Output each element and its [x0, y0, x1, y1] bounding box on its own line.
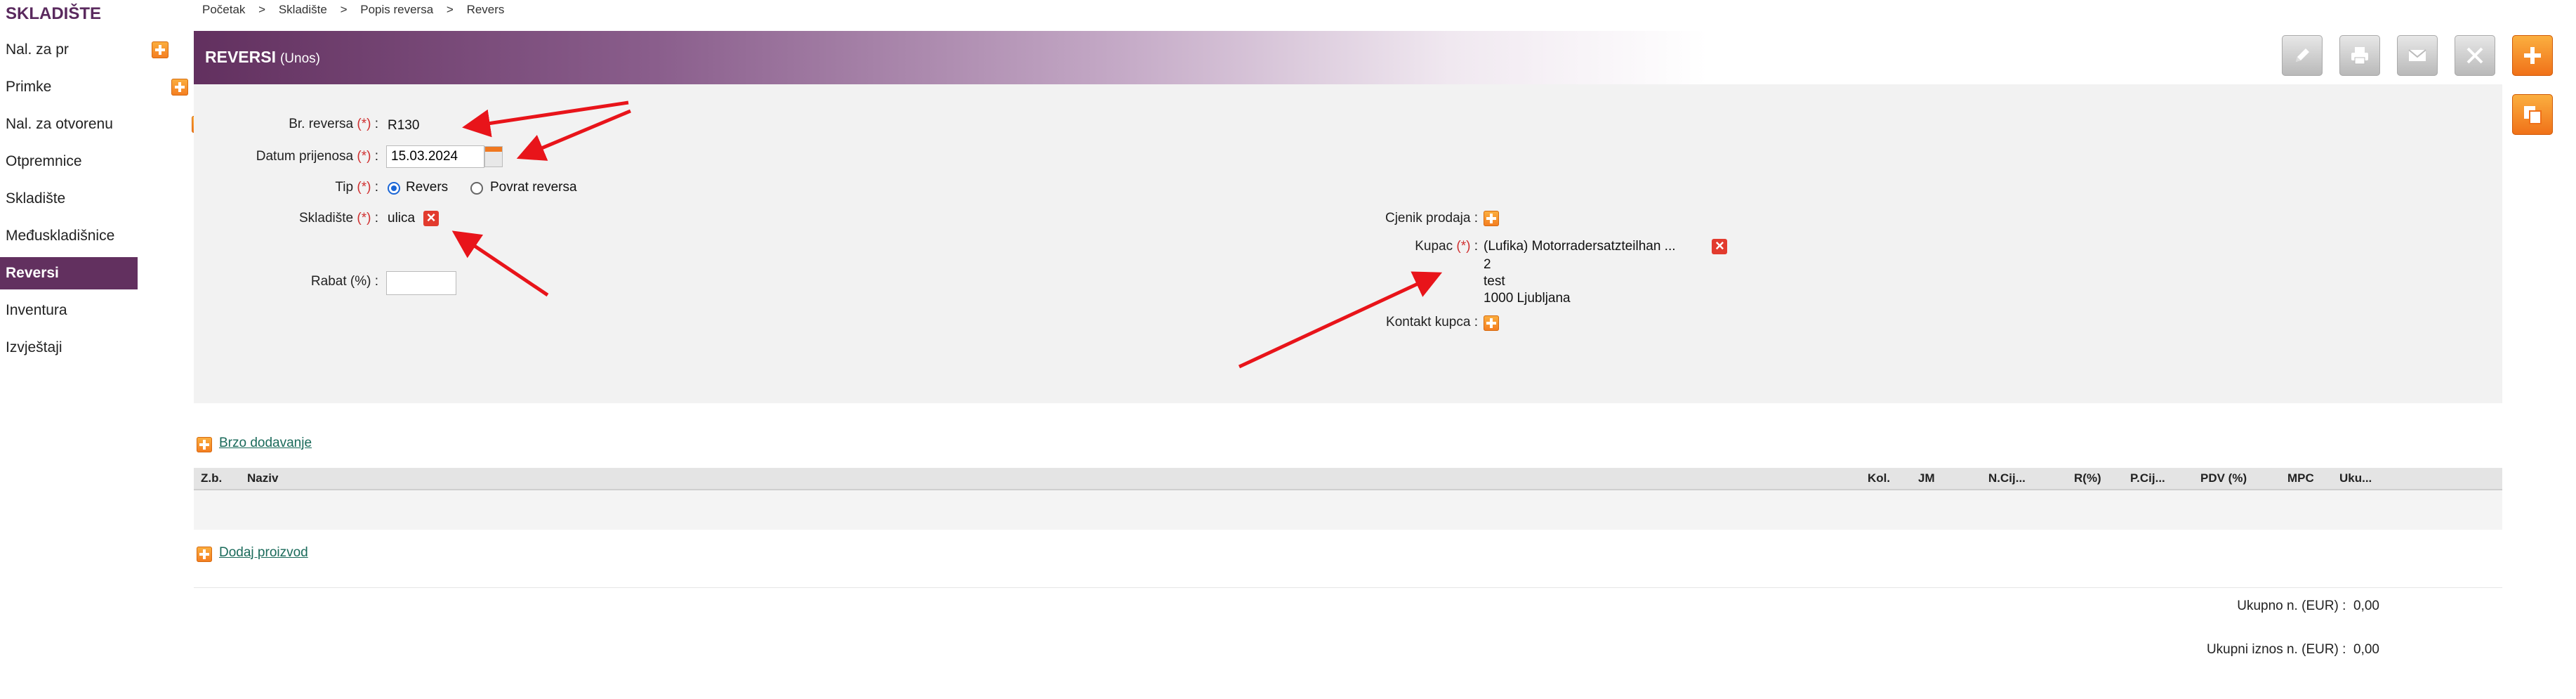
- col-mpc[interactable]: MPC: [2287, 471, 2314, 485]
- sidebar-item-reversi[interactable]: Reversi: [0, 257, 138, 289]
- quick-add-link[interactable]: Brzo dodavanje: [219, 436, 312, 451]
- calendar-icon[interactable]: [484, 146, 503, 167]
- close-icon: [2466, 47, 2483, 64]
- kupac-address-line2: test: [1484, 274, 1505, 289]
- total-net: Ukupno n. (EUR) : 0,00: [2237, 599, 2379, 614]
- print-button[interactable]: [2339, 35, 2380, 76]
- radio-povrat-reversa-label[interactable]: Povrat reversa: [490, 180, 577, 195]
- page-subtitle: (Unos): [279, 51, 320, 66]
- rabat-input[interactable]: [386, 271, 456, 295]
- add-button[interactable]: [2512, 35, 2553, 76]
- cjenik-prodaja-label: Cjenik prodaja :: [1385, 211, 1478, 226]
- br-reversa-label: Br. reversa (*) :: [289, 117, 378, 131]
- kontakt-kupca-label: Kontakt kupca :: [1386, 315, 1478, 329]
- total-amount: Ukupni iznos n. (EUR) : 0,00: [2207, 642, 2379, 658]
- datum-prijenosa-input[interactable]: [386, 145, 484, 168]
- pencil-icon: [2296, 48, 2309, 62]
- tip-label: Tip (*) :: [335, 180, 378, 195]
- sidebar-item-otpremnice[interactable]: Otpremnice: [0, 145, 138, 178]
- breadcrumb: Početak > Skladište > Popis reversa > Re…: [202, 3, 514, 17]
- sidebar-item-meduskladisnice[interactable]: Međuskladišnice: [0, 220, 138, 252]
- col-jm[interactable]: JM: [1918, 471, 1935, 485]
- sidebar: SKLADIŠTE Nal. za pr Primke Nal. za otvo…: [0, 0, 309, 699]
- plus-icon[interactable]: [152, 41, 169, 58]
- page-title-text: REVERSI: [205, 48, 276, 66]
- envelope-icon: [2408, 49, 2426, 61]
- skladiste-value: ulica: [388, 211, 416, 226]
- col-r[interactable]: R(%): [2074, 471, 2101, 485]
- col-naziv[interactable]: Naziv: [247, 471, 278, 485]
- copy-button[interactable]: [2512, 94, 2553, 135]
- breadcrumb-popis-reversa[interactable]: Popis reversa: [360, 3, 433, 16]
- rabat-label: Rabat (%) :: [310, 274, 378, 289]
- plus-icon: [2524, 47, 2541, 64]
- kupac-label: Kupac (*) :: [1415, 239, 1478, 254]
- email-button[interactable]: [2397, 35, 2438, 76]
- total-net-value: 0,00: [2353, 599, 2379, 613]
- kupac-address-line1: 2: [1484, 257, 1491, 272]
- kupac-name: (Lufika) Motorradersatzteilhan ...: [1484, 239, 1676, 254]
- items-table-header: Z.b. Naziv Kol. JM N.Cij... R(%) P.Cij..…: [194, 468, 2502, 490]
- radio-revers[interactable]: [388, 182, 400, 195]
- remove-skladiste-icon[interactable]: ×: [423, 209, 439, 226]
- form-area: [194, 84, 2502, 403]
- total-net-label: Ukupno n. (EUR) :: [2237, 599, 2346, 613]
- radio-povrat-reversa[interactable]: [470, 182, 483, 195]
- breadcrumb-separator: >: [258, 3, 266, 16]
- kupac-address-line3: 1000 Ljubljana: [1484, 291, 1571, 306]
- datum-prijenosa-label: Datum prijenosa (*) :: [256, 149, 378, 164]
- total-amount-value: 0,00: [2353, 642, 2379, 657]
- col-pcij[interactable]: P.Cij...: [2130, 471, 2165, 485]
- sidebar-item-izvjestaji[interactable]: Izvještaji: [0, 332, 138, 364]
- page-title: REVERSI (Unos): [205, 48, 320, 67]
- copy-icon: [2524, 106, 2542, 124]
- plus-icon[interactable]: [171, 79, 189, 96]
- sidebar-item-primke[interactable]: Primke: [0, 71, 138, 103]
- col-zb[interactable]: Z.b.: [201, 471, 222, 485]
- br-reversa-value: R130: [388, 118, 420, 133]
- table-row: [194, 490, 2502, 530]
- remove-kupac-icon[interactable]: ×: [1712, 237, 1728, 254]
- col-ncij[interactable]: N.Cij...: [1988, 471, 2026, 485]
- col-kol[interactable]: Kol.: [1868, 471, 1890, 485]
- breadcrumb-home[interactable]: Početak: [202, 3, 245, 16]
- add-kontakt-icon[interactable]: [1484, 315, 1499, 331]
- breadcrumb-separator: >: [446, 3, 454, 16]
- sidebar-item-nal-za-otvorenu[interactable]: Nal. za otvorenu: [0, 108, 138, 141]
- sidebar-title: SKLADIŠTE: [6, 4, 102, 23]
- cancel-button[interactable]: [2455, 35, 2495, 76]
- printer-icon: [2351, 47, 2368, 65]
- col-pdv[interactable]: PDV (%): [2200, 471, 2247, 485]
- sidebar-item-inventura[interactable]: Inventura: [0, 294, 138, 327]
- col-ukupno[interactable]: Uku...: [2339, 471, 2372, 485]
- page-header: REVERSI (Unos): [194, 31, 2040, 84]
- skladiste-label: Skladište (*) :: [298, 211, 378, 226]
- breadcrumb-skladiste[interactable]: Skladište: [279, 3, 327, 16]
- breadcrumb-revers: Revers: [466, 3, 505, 16]
- sidebar-item-nal-za-pr[interactable]: Nal. za pr: [0, 34, 138, 66]
- edit-button[interactable]: [2282, 35, 2323, 76]
- add-product-icon[interactable]: [197, 547, 212, 562]
- total-amount-label: Ukupni iznos n. (EUR) :: [2206, 642, 2346, 657]
- add-product-link[interactable]: Dodaj proizvod: [219, 545, 308, 561]
- radio-revers-label[interactable]: Revers: [406, 180, 448, 195]
- breadcrumb-separator: >: [340, 3, 348, 16]
- sidebar-item-skladiste[interactable]: Skladište: [0, 183, 138, 215]
- quick-add-icon[interactable]: [197, 437, 212, 452]
- divider: [194, 587, 2502, 588]
- add-cjenik-icon[interactable]: [1484, 211, 1499, 226]
